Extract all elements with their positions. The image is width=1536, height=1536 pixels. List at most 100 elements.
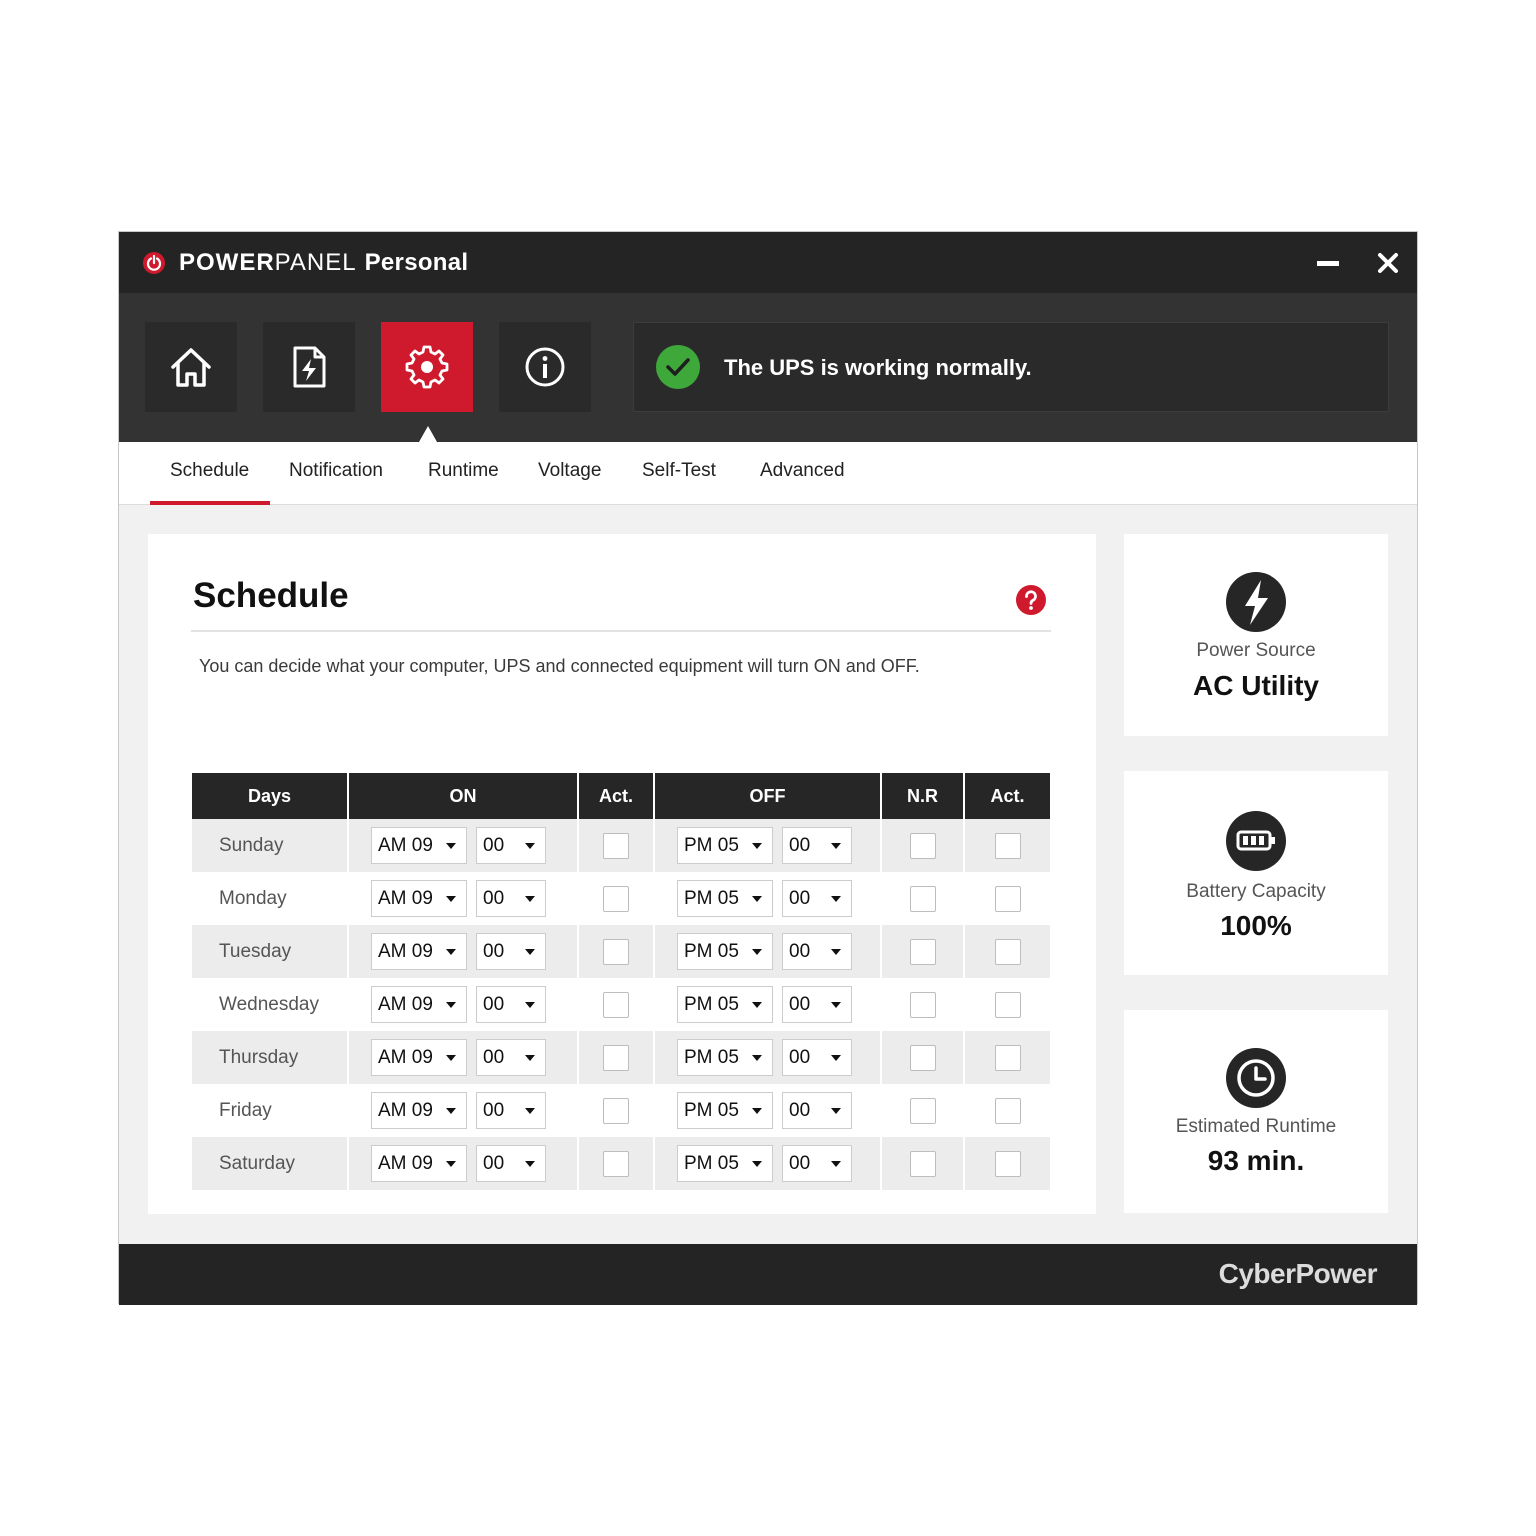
off-minute-select[interactable]: 00: [782, 1039, 852, 1076]
off-time-cell: PM 05 00: [655, 1137, 882, 1190]
off-act-checkbox[interactable]: [994, 938, 1021, 965]
on-act-checkbox[interactable]: [603, 1097, 629, 1124]
nav-home-button[interactable]: [145, 322, 237, 412]
on-minute-select[interactable]: 00: [476, 986, 546, 1023]
tab-advanced[interactable]: Advanced: [760, 460, 845, 482]
off-minute-select[interactable]: 00: [782, 1092, 852, 1129]
minimize-button[interactable]: [1311, 246, 1345, 280]
nav-about-button[interactable]: [499, 322, 591, 412]
on-minute-select[interactable]: 00: [476, 933, 546, 970]
chevron-down-icon: [446, 1161, 456, 1167]
tab-voltage[interactable]: Voltage: [538, 460, 601, 482]
nav-settings-button[interactable]: [381, 322, 473, 412]
on-hour-select[interactable]: AM 09: [371, 1145, 467, 1182]
nav-status-button[interactable]: [263, 322, 355, 412]
on-minute-select[interactable]: 00: [476, 1039, 546, 1076]
on-act-cell: [579, 819, 655, 872]
chevron-down-icon: [752, 1161, 762, 1167]
on-minute-select[interactable]: 00: [476, 827, 546, 864]
on-hour-select[interactable]: AM 09: [371, 827, 467, 864]
on-minute-select[interactable]: 00: [476, 1092, 546, 1129]
day-name: Saturday: [192, 1137, 349, 1190]
power-source-card: Power Source AC Utility: [1124, 534, 1388, 736]
off-act-checkbox[interactable]: [994, 1044, 1021, 1071]
on-hour-select[interactable]: AM 09: [371, 933, 467, 970]
tab-notification[interactable]: Notification: [289, 460, 383, 482]
chevron-down-icon: [752, 1108, 762, 1114]
chevron-down-icon: [446, 843, 456, 849]
estimated-runtime-label: Estimated Runtime: [1175, 1116, 1337, 1137]
off-hour-select[interactable]: PM 05: [677, 1145, 773, 1182]
header-off: OFF: [655, 773, 882, 819]
nr-checkbox[interactable]: [909, 938, 936, 965]
on-hour-select[interactable]: AM 09: [371, 1092, 467, 1129]
off-hour-value: PM 05: [684, 888, 739, 909]
nr-checkbox[interactable]: [909, 832, 936, 859]
close-button[interactable]: [1371, 246, 1405, 280]
chevron-down-icon: [446, 1055, 456, 1061]
off-hour-select[interactable]: PM 05: [677, 986, 773, 1023]
on-hour-select[interactable]: AM 09: [371, 1039, 467, 1076]
off-minute-value: 00: [789, 1047, 811, 1068]
off-minute-select[interactable]: 00: [782, 880, 852, 917]
chevron-down-icon: [752, 949, 762, 955]
nr-checkbox[interactable]: [909, 1150, 936, 1177]
on-act-checkbox[interactable]: [603, 1044, 629, 1071]
help-icon[interactable]: [1015, 584, 1047, 616]
close-icon: [1378, 253, 1398, 273]
off-hour-select[interactable]: PM 05: [677, 1092, 773, 1129]
table-row: Tuesday AM 09 00 PM 05 00: [192, 925, 1050, 978]
off-minute-select[interactable]: 00: [782, 933, 852, 970]
off-minute-select[interactable]: 00: [782, 986, 852, 1023]
on-hour-select[interactable]: AM 09: [371, 986, 467, 1023]
on-hour-select[interactable]: AM 09: [371, 880, 467, 917]
off-minute-select[interactable]: 00: [782, 1145, 852, 1182]
off-hour-select[interactable]: PM 05: [677, 1039, 773, 1076]
off-minute-value: 00: [789, 888, 811, 909]
nr-cell: [882, 819, 965, 872]
tab-runtime[interactable]: Runtime: [428, 460, 499, 482]
on-minute-select[interactable]: 00: [476, 1145, 546, 1182]
clock-icon: [1226, 1048, 1286, 1108]
day-name: Monday: [192, 872, 349, 925]
tab-self-test[interactable]: Self-Test: [642, 460, 716, 482]
off-act-checkbox[interactable]: [994, 832, 1021, 859]
off-minute-select[interactable]: 00: [782, 827, 852, 864]
tab-schedule[interactable]: Schedule: [170, 460, 249, 482]
on-minute-select[interactable]: 00: [476, 880, 546, 917]
battery-capacity-label: Battery Capacity: [1186, 881, 1326, 902]
off-hour-select[interactable]: PM 05: [677, 933, 773, 970]
nr-checkbox[interactable]: [909, 885, 936, 912]
on-minute-value: 00: [483, 835, 505, 856]
off-act-checkbox[interactable]: [994, 991, 1021, 1018]
off-hour-value: PM 05: [684, 1047, 739, 1068]
chevron-down-icon: [525, 1002, 535, 1008]
on-minute-value: 00: [483, 888, 505, 909]
nr-checkbox[interactable]: [909, 1097, 936, 1124]
nr-checkbox[interactable]: [909, 1044, 936, 1071]
off-hour-value: PM 05: [684, 1153, 739, 1174]
on-act-checkbox[interactable]: [603, 991, 629, 1018]
table-row: Wednesday AM 09 00 PM 05 00: [192, 978, 1050, 1031]
on-act-checkbox[interactable]: [603, 885, 629, 912]
off-hour-select[interactable]: PM 05: [677, 880, 773, 917]
on-act-cell: [579, 872, 655, 925]
on-act-checkbox[interactable]: [603, 938, 629, 965]
off-hour-select[interactable]: PM 05: [677, 827, 773, 864]
chevron-down-icon: [446, 1002, 456, 1008]
on-act-cell: [579, 1031, 655, 1084]
table-header-row: Days ON Act. OFF N.R Act.: [192, 773, 1050, 819]
off-minute-value: 00: [789, 1153, 811, 1174]
nr-cell: [882, 872, 965, 925]
on-act-checkbox[interactable]: [603, 832, 629, 859]
off-act-checkbox[interactable]: [994, 1150, 1021, 1177]
off-act-checkbox[interactable]: [994, 1097, 1021, 1124]
off-act-checkbox[interactable]: [994, 885, 1021, 912]
chevron-down-icon: [446, 896, 456, 902]
on-act-checkbox[interactable]: [603, 1150, 629, 1177]
on-time-cell: AM 09 00: [349, 978, 579, 1031]
on-minute-value: 00: [483, 1153, 505, 1174]
chevron-down-icon: [525, 1108, 535, 1114]
app-window: POWERPANEL Personal The UPS is working n…: [118, 231, 1418, 1305]
nr-checkbox[interactable]: [909, 991, 936, 1018]
